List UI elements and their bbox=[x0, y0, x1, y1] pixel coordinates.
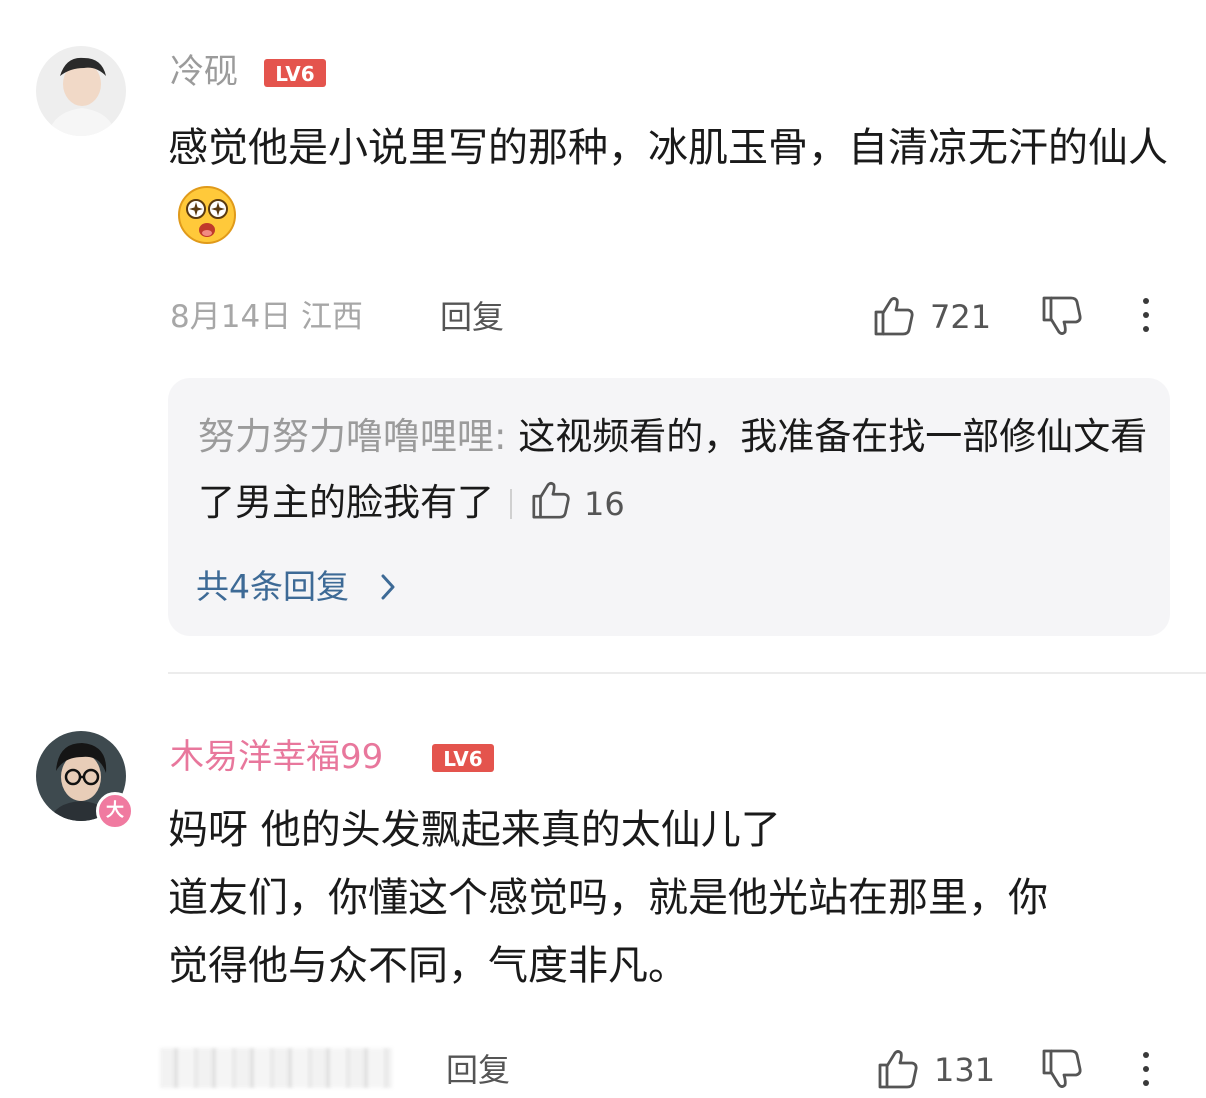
comment-line: 妈呀 他的头发飘起来真的太仙儿了 bbox=[168, 807, 781, 853]
reply-preview[interactable]: 努力努力噜噜哩哩: 这视频看的，我准备在找一部修仙文看了男主的脸我有了 16 bbox=[198, 404, 1148, 537]
avatar-badge: 大 bbox=[96, 792, 134, 830]
reply-like-count: 16 bbox=[584, 485, 625, 523]
reply-button[interactable]: 回复 bbox=[446, 1050, 510, 1090]
more-replies-label: 共4条回复 bbox=[196, 567, 349, 606]
chevron-right-icon bbox=[381, 574, 394, 600]
reply-username[interactable]: 努力努力噜噜哩哩 bbox=[198, 415, 494, 458]
comment-date-location: 8月14日 江西 bbox=[170, 299, 364, 335]
username[interactable]: 冷砚 bbox=[170, 52, 238, 92]
astonished-emoji-icon bbox=[178, 186, 236, 244]
comment-line: 道友们，你懂这个感觉吗，就是他光站在那里，你 bbox=[168, 875, 1048, 921]
comment-text: 感觉他是小说里写的那种，冰肌玉骨，自清凉无汗的仙人 bbox=[168, 125, 1168, 171]
username[interactable]: 木易洋幸福99 bbox=[170, 737, 383, 777]
more-vertical-icon[interactable] bbox=[1143, 1052, 1149, 1094]
level-badge-icon: LV6 bbox=[264, 59, 326, 87]
avatar[interactable] bbox=[36, 46, 126, 136]
thumbs-down-icon[interactable] bbox=[1040, 1047, 1084, 1091]
view-more-replies-link[interactable]: 共4条回复 bbox=[196, 567, 398, 607]
thumbs-down-icon[interactable] bbox=[1040, 294, 1084, 338]
redacted-date bbox=[160, 1048, 392, 1088]
thumbs-up-icon[interactable] bbox=[872, 294, 916, 338]
svg-text:LV6: LV6 bbox=[275, 62, 314, 86]
svg-text:LV6: LV6 bbox=[443, 747, 482, 771]
thumbs-up-icon[interactable] bbox=[876, 1047, 920, 1091]
level-badge-icon: LV6 bbox=[432, 744, 494, 772]
comment-content: 感觉他是小说里写的那种，冰肌玉骨，自清凉无汗的仙人 bbox=[168, 114, 1168, 255]
reply-button[interactable]: 回复 bbox=[440, 297, 504, 337]
thumbs-up-icon[interactable] bbox=[530, 479, 572, 521]
comment-line: 觉得他与众不同，气度非凡。 bbox=[168, 943, 688, 989]
comment-content: 妈呀 他的头发飘起来真的太仙儿了 道友们，你懂这个感觉吗，就是他光站在那里，你 … bbox=[168, 796, 1178, 1000]
more-vertical-icon[interactable] bbox=[1143, 298, 1149, 340]
like-count: 721 bbox=[930, 298, 992, 336]
like-count: 131 bbox=[934, 1051, 996, 1089]
divider bbox=[168, 672, 1206, 674]
